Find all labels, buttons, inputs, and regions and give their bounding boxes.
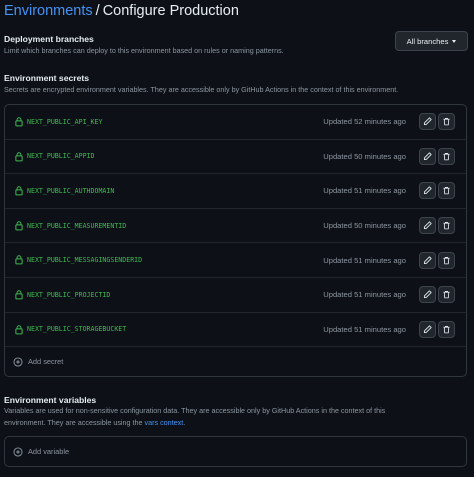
- add-variable-label: Add variable: [28, 447, 70, 456]
- secret-row: NEXT_PUBLIC_PROJECTID Updated 51 minutes…: [5, 278, 466, 313]
- secret-name: NEXT_PUBLIC_API_KEY: [27, 117, 103, 126]
- trash-icon: [443, 291, 450, 299]
- lock-icon: [15, 117, 23, 127]
- lock-icon: [15, 290, 23, 300]
- delete-secret-button[interactable]: [438, 320, 455, 338]
- environment-variables-description-text: environment. They are accessible using t…: [4, 418, 145, 427]
- secret-updated-time: Updated 51 minutes ago: [323, 186, 406, 196]
- environment-variables-description-end: .: [183, 418, 186, 427]
- add-secret-button[interactable]: Add secret: [5, 347, 466, 376]
- secret-updated-time: Updated 51 minutes ago: [323, 324, 406, 334]
- trash-icon: [443, 256, 450, 264]
- variables-list: Add variable: [4, 436, 467, 467]
- deployment-branches-title: Deployment branches: [4, 34, 94, 44]
- trash-icon: [443, 152, 450, 161]
- add-variable-button[interactable]: Add variable: [5, 437, 466, 466]
- lock-icon: [15, 324, 23, 334]
- pencil-icon: [423, 256, 432, 264]
- secret-row: NEXT_PUBLIC_API_KEY Updated 52 minutes a…: [5, 105, 466, 140]
- secret-updated-time: Updated 51 minutes ago: [323, 255, 406, 265]
- secret-updated-time: Updated 50 minutes ago: [323, 151, 406, 161]
- pencil-icon: [423, 221, 432, 230]
- secret-updated-time: Updated 51 minutes ago: [323, 290, 406, 300]
- branches-dropdown-label: All branches: [406, 36, 449, 46]
- branches-dropdown-button[interactable]: All branches: [395, 31, 468, 51]
- edit-secret-button[interactable]: [419, 217, 436, 235]
- vars-context-link[interactable]: vars context: [145, 418, 184, 427]
- pencil-icon: [423, 117, 432, 126]
- secret-row: NEXT_PUBLIC_STORAGEBUCKET Updated 51 min…: [5, 313, 466, 348]
- secret-row: NEXT_PUBLIC_AUTHDOMAIN Updated 51 minute…: [5, 174, 466, 209]
- secret-name: NEXT_PUBLIC_APPID: [27, 152, 95, 161]
- secret-updated-time: Updated 50 minutes ago: [323, 221, 406, 231]
- secret-name: NEXT_PUBLIC_AUTHDOMAIN: [27, 186, 115, 195]
- pencil-icon: [423, 186, 432, 195]
- delete-secret-button[interactable]: [438, 251, 455, 269]
- trash-icon: [443, 325, 450, 334]
- trash-icon: [443, 187, 450, 195]
- plus-circle-icon: [13, 357, 23, 367]
- pencil-icon: [423, 290, 432, 299]
- add-secret-label: Add secret: [28, 357, 64, 367]
- edit-secret-button[interactable]: [419, 320, 436, 338]
- environment-secrets-title: Environment secrets: [4, 73, 90, 83]
- page-title: Configure Production: [102, 3, 239, 19]
- delete-secret-button[interactable]: [438, 286, 455, 304]
- trash-icon: [443, 222, 450, 230]
- environment-variables-description-line1: Variables are used for non-sensitive con…: [4, 406, 386, 415]
- secret-row: NEXT_PUBLIC_MEASUREMENTID Updated 50 min…: [5, 209, 466, 244]
- delete-secret-button[interactable]: [438, 147, 455, 165]
- breadcrumb: Environments / Configure Production: [4, 0, 239, 24]
- secrets-list: NEXT_PUBLIC_API_KEY Updated 52 minutes a…: [4, 104, 467, 377]
- deployment-branches-description: Limit which branches can deploy to this …: [4, 46, 284, 55]
- environment-variables-title: Environment variables: [4, 395, 97, 405]
- environment-secrets-description: Secrets are encrypted environment variab…: [4, 85, 399, 94]
- delete-secret-button[interactable]: [438, 217, 455, 235]
- secret-name: NEXT_PUBLIC_MESSAGINGSENDERID: [27, 256, 143, 265]
- edit-secret-button[interactable]: [419, 182, 436, 200]
- pencil-icon: [423, 325, 432, 333]
- plus-circle-icon: [13, 446, 23, 457]
- secret-row: NEXT_PUBLIC_MESSAGINGSENDERID Updated 51…: [5, 243, 466, 278]
- lock-icon: [15, 255, 23, 265]
- edit-secret-button[interactable]: [419, 147, 436, 165]
- delete-secret-button[interactable]: [438, 113, 455, 131]
- edit-secret-button[interactable]: [419, 286, 436, 304]
- secret-row: NEXT_PUBLIC_APPID Updated 50 minutes ago: [5, 140, 466, 175]
- lock-icon: [15, 151, 23, 161]
- edit-secret-button[interactable]: [419, 113, 436, 131]
- caret-down-icon: [452, 39, 457, 43]
- trash-icon: [443, 118, 450, 126]
- pencil-icon: [423, 152, 432, 160]
- edit-secret-button[interactable]: [419, 251, 436, 269]
- breadcrumb-separator: /: [95, 3, 100, 19]
- lock-icon: [15, 221, 23, 231]
- lock-icon: [15, 186, 23, 196]
- secret-name: NEXT_PUBLIC_MEASUREMENTID: [27, 221, 127, 230]
- secret-name: NEXT_PUBLIC_PROJECTID: [27, 290, 111, 299]
- delete-secret-button[interactable]: [438, 182, 455, 200]
- environment-variables-description-line2: environment. They are accessible using t…: [4, 417, 185, 428]
- secret-updated-time: Updated 52 minutes ago: [323, 117, 406, 127]
- secret-name: NEXT_PUBLIC_STORAGEBUCKET: [27, 325, 127, 334]
- breadcrumb-environments-link[interactable]: Environments: [4, 3, 93, 19]
